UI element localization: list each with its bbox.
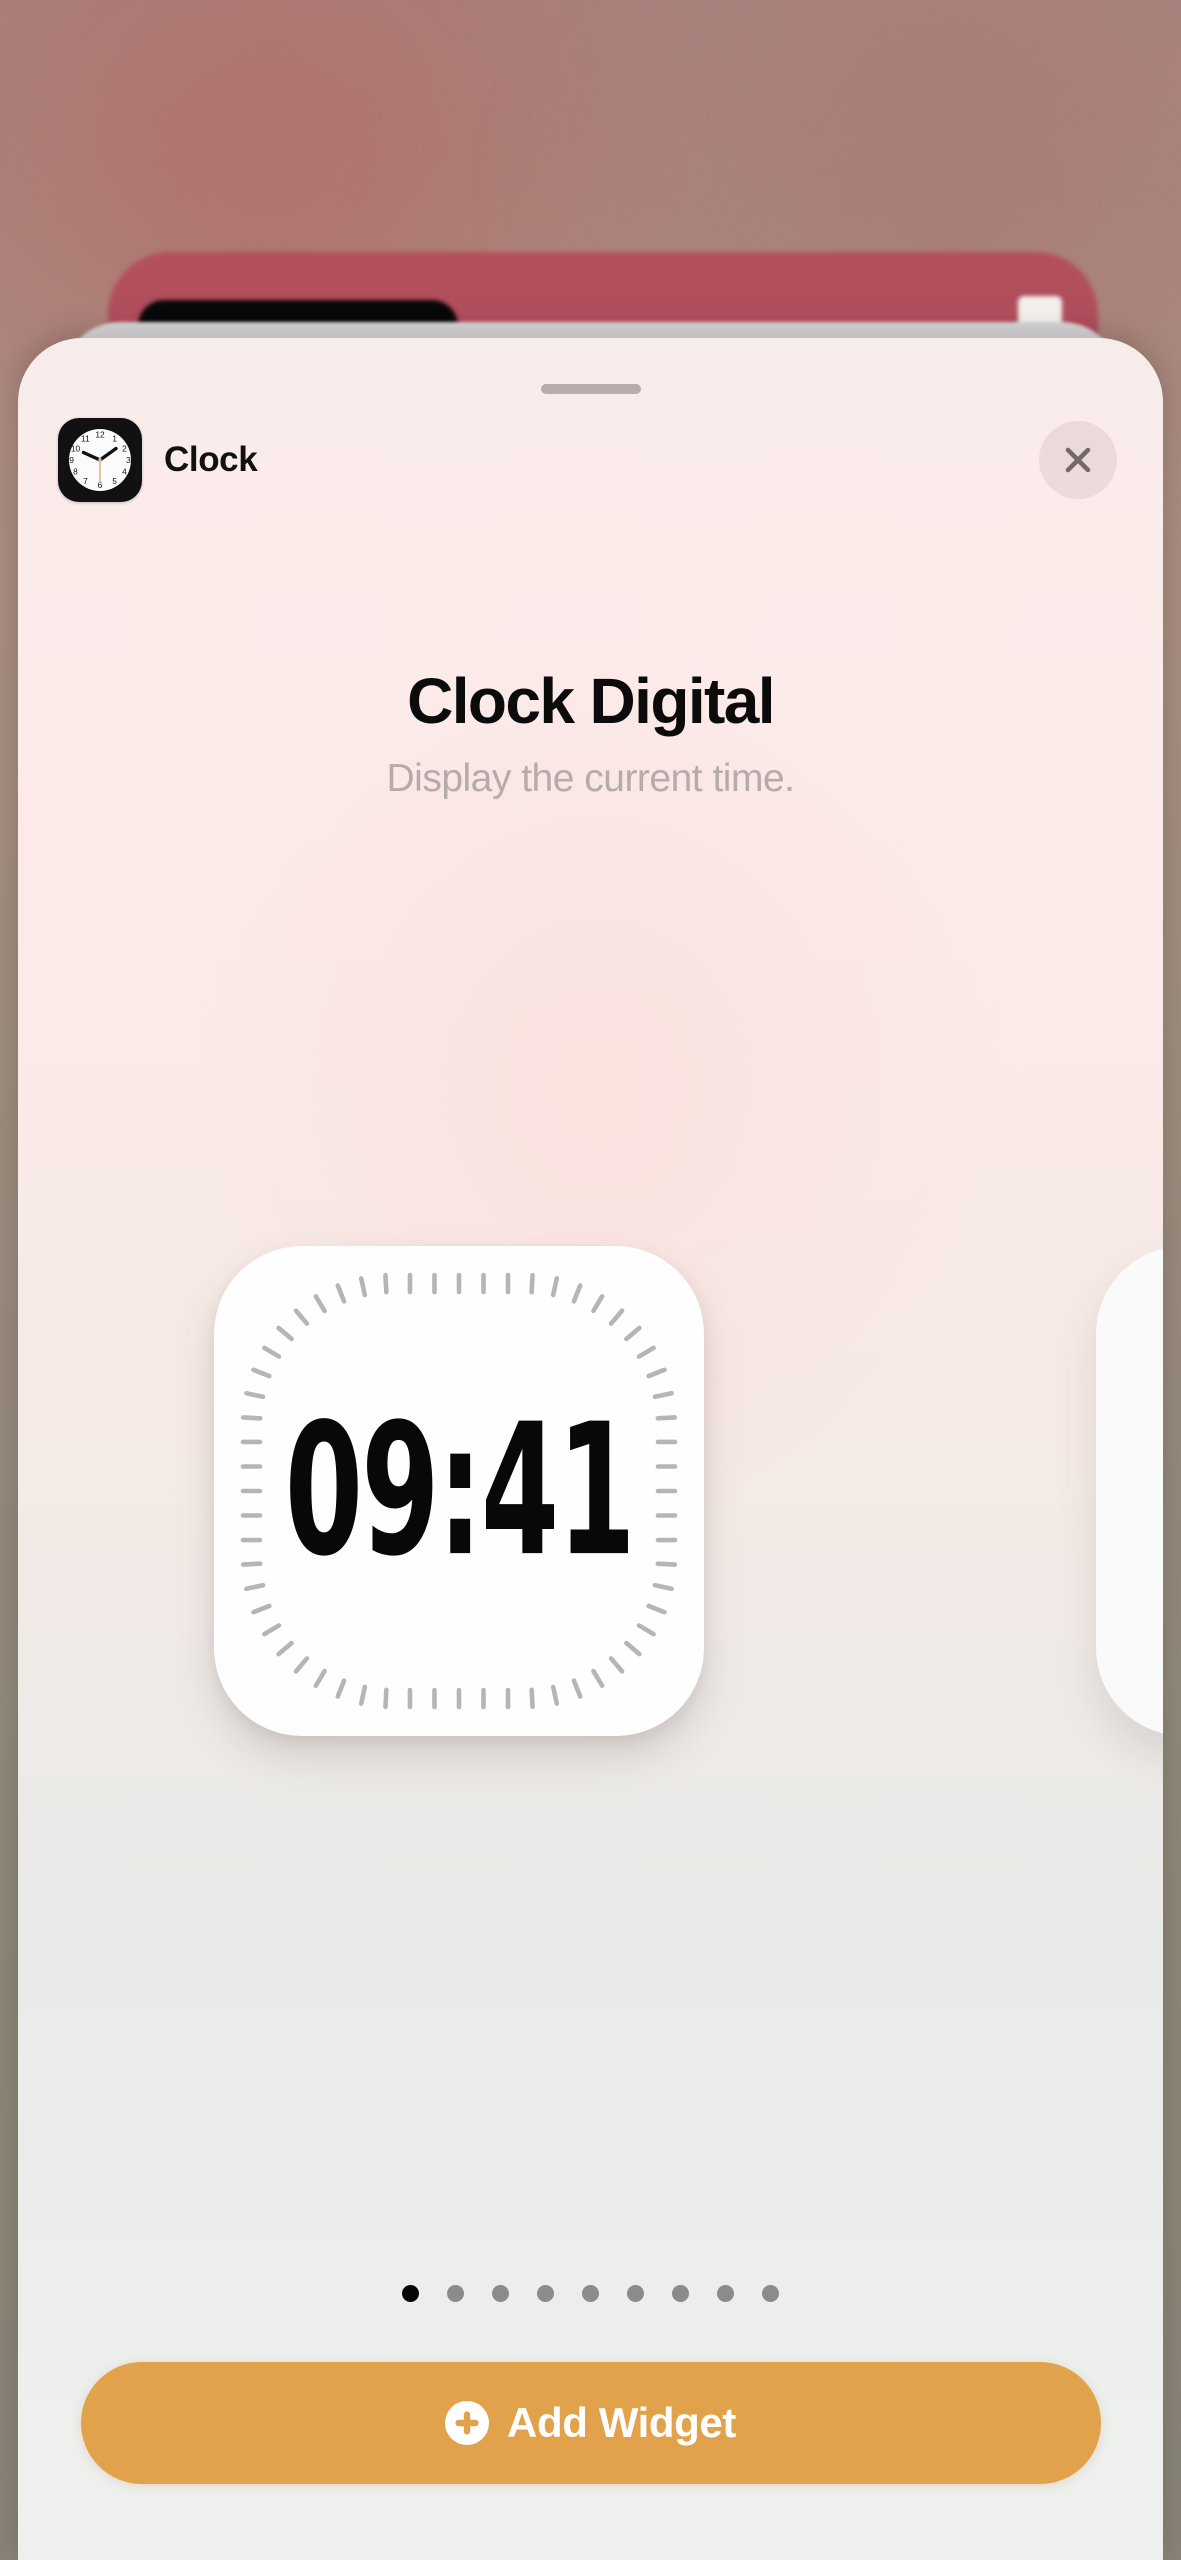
page-dot[interactable] <box>537 2285 554 2302</box>
widget-preview-card-next[interactable] <box>1096 1246 1163 1736</box>
page-dot[interactable] <box>717 2285 734 2302</box>
plus-circle-icon <box>445 2401 490 2445</box>
widget-preview-time: 09:41 <box>284 1385 635 1597</box>
svg-text:7: 7 <box>83 476 88 486</box>
svg-text:3: 3 <box>126 455 131 465</box>
page-dot[interactable] <box>492 2285 509 2302</box>
widget-detail-title-block: Clock Digital Display the current time. <box>18 665 1163 801</box>
clock-app-icon: 12 1 2 3 4 5 6 7 8 9 10 11 <box>58 418 142 502</box>
app-name-label: Clock <box>164 440 258 479</box>
svg-text:10: 10 <box>71 444 81 454</box>
svg-text:1: 1 <box>112 434 117 444</box>
widget-title: Clock Digital <box>407 665 775 737</box>
svg-text:2: 2 <box>122 444 127 454</box>
page-dot[interactable] <box>447 2285 464 2302</box>
page-dot[interactable] <box>672 2285 689 2302</box>
page-dot[interactable] <box>402 2285 419 2302</box>
add-widget-button[interactable]: Add Widget <box>80 2362 1101 2484</box>
svg-text:5: 5 <box>112 476 117 486</box>
widget-preview-carousel[interactable]: 09:41 <box>18 1228 1163 1758</box>
sheet-header: 12 1 2 3 4 5 6 7 8 9 10 11 Clock <box>18 400 1163 520</box>
svg-text:4: 4 <box>122 467 127 477</box>
sheet-drag-handle[interactable] <box>540 384 641 394</box>
svg-text:11: 11 <box>81 434 90 444</box>
svg-text:8: 8 <box>73 467 78 477</box>
widget-subtitle: Display the current time. <box>386 757 796 801</box>
close-button[interactable] <box>1039 421 1117 499</box>
widget-preview-card[interactable]: 09:41 <box>214 1246 704 1736</box>
page-dot[interactable] <box>627 2285 644 2302</box>
page-indicator[interactable] <box>18 2285 1163 2302</box>
widget-detail-sheet: 12 1 2 3 4 5 6 7 8 9 10 11 Clock Clock D… <box>18 338 1163 2560</box>
page-dot[interactable] <box>762 2285 779 2302</box>
svg-text:9: 9 <box>69 455 74 465</box>
add-widget-label: Add Widget <box>507 2399 736 2446</box>
page-dot[interactable] <box>582 2285 599 2302</box>
close-icon <box>1065 447 1091 473</box>
svg-text:12: 12 <box>95 430 105 440</box>
clock-face-icon: 12 1 2 3 4 5 6 7 8 9 10 11 <box>69 429 131 491</box>
